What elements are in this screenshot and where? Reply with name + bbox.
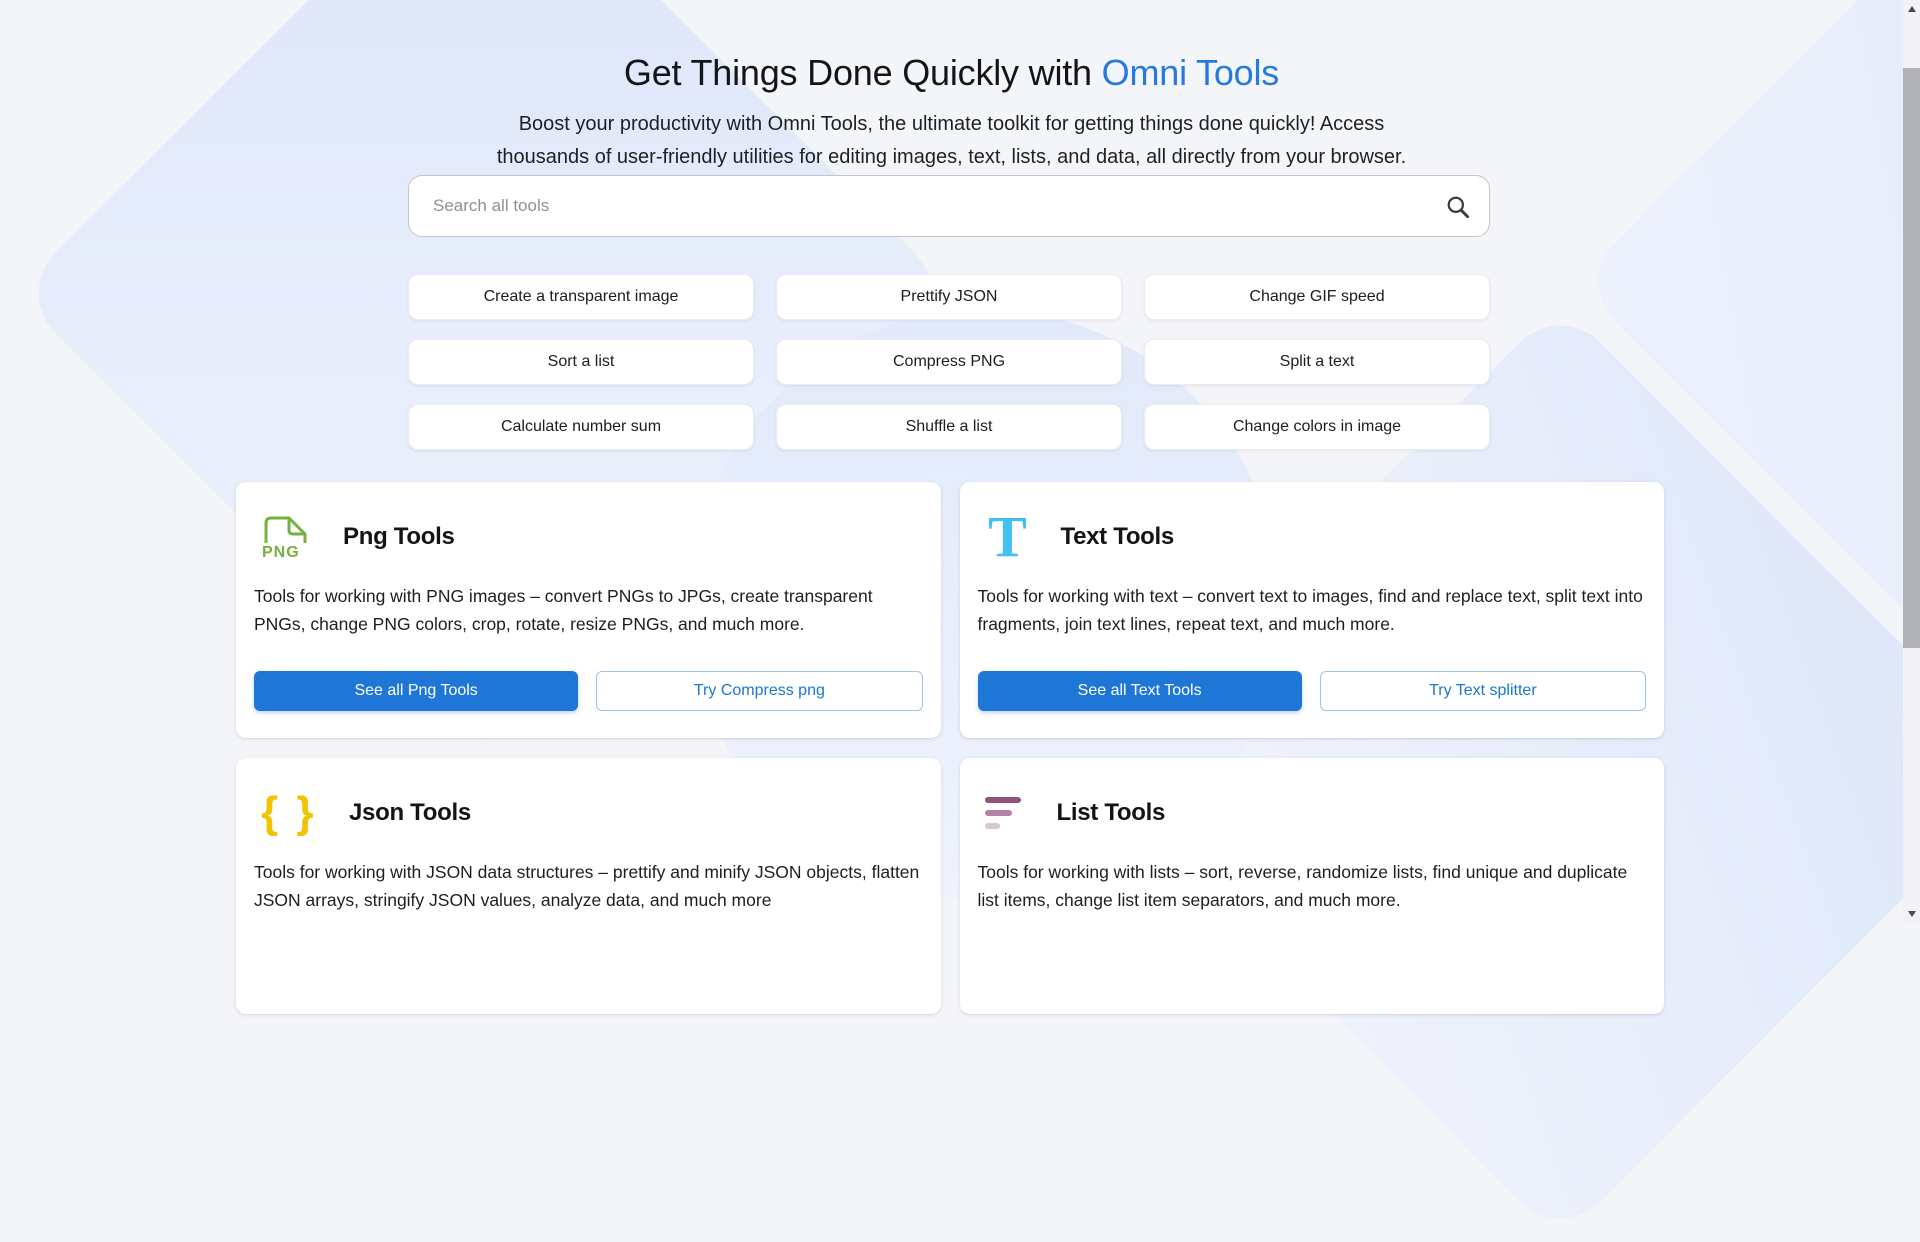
hero-subtitle-line2: thousands of user-friendly utilities for… bbox=[0, 146, 1903, 169]
quick-tool-calculate-number-sum[interactable]: Calculate number sum bbox=[408, 404, 754, 450]
list-line-mid bbox=[985, 810, 1012, 816]
card-png-tools: PNG Png Tools Tools for working with PNG… bbox=[236, 482, 941, 738]
quick-tool-change-colors-in-image[interactable]: Change colors in image bbox=[1144, 404, 1490, 450]
try-compress-png-button[interactable]: Try Compress png bbox=[596, 671, 922, 711]
try-text-splitter-button[interactable]: Try Text splitter bbox=[1320, 671, 1646, 711]
card-text-tools: T Text Tools Tools for working with text… bbox=[960, 482, 1665, 738]
search-icon[interactable] bbox=[1425, 176, 1489, 236]
json-braces-icon: { } bbox=[261, 787, 319, 839]
scrollbar-thumb[interactable] bbox=[1903, 68, 1920, 648]
page-title-prefix: Get Things Done Quickly with bbox=[624, 52, 1102, 93]
card-title-png-tools: Png Tools bbox=[343, 523, 455, 551]
card-text-header: T Text Tools bbox=[985, 508, 1174, 566]
arrow-up-icon bbox=[1908, 6, 1916, 12]
list-line-light bbox=[985, 823, 1000, 829]
card-png-header: PNG Png Tools bbox=[261, 508, 455, 566]
card-description-text-tools: Tools for working with text – convert te… bbox=[978, 582, 1649, 638]
png-icon-label: PNG bbox=[262, 544, 313, 562]
quick-tool-create-transparent-image[interactable]: Create a transparent image bbox=[408, 274, 754, 320]
list-line-dark bbox=[985, 797, 1021, 803]
card-actions-text-tools: See all Text Tools Try Text splitter bbox=[978, 671, 1647, 711]
category-cards: PNG Png Tools Tools for working with PNG… bbox=[236, 482, 1664, 1014]
card-json-header: { } Json Tools bbox=[261, 784, 471, 842]
quick-tools-grid: Create a transparent image Prettify JSON… bbox=[408, 274, 1490, 450]
arrow-down-icon bbox=[1908, 911, 1916, 917]
scrollbar-down-button[interactable] bbox=[1903, 905, 1920, 922]
text-t-icon: T bbox=[985, 511, 1031, 563]
png-file-icon: PNG bbox=[261, 513, 313, 562]
quick-tool-compress-png[interactable]: Compress PNG bbox=[776, 339, 1122, 385]
card-json-tools: { } Json Tools Tools for working with JS… bbox=[236, 758, 941, 1014]
card-list-tools: List Tools Tools for working with lists … bbox=[960, 758, 1665, 1014]
card-title-json-tools: Json Tools bbox=[349, 799, 471, 827]
vertical-scrollbar[interactable] bbox=[1903, 0, 1920, 922]
see-all-text-tools-button[interactable]: See all Text Tools bbox=[978, 671, 1302, 711]
brand-name: Omni Tools bbox=[1102, 52, 1279, 93]
quick-tool-change-gif-speed[interactable]: Change GIF speed bbox=[1144, 274, 1490, 320]
card-description-json-tools: Tools for working with JSON data structu… bbox=[254, 858, 925, 914]
quick-tool-sort-a-list[interactable]: Sort a list bbox=[408, 339, 754, 385]
quick-tool-split-a-text[interactable]: Split a text bbox=[1144, 339, 1490, 385]
quick-tool-shuffle-a-list[interactable]: Shuffle a list bbox=[776, 404, 1122, 450]
card-title-list-tools: List Tools bbox=[1057, 799, 1166, 827]
main-content: Get Things Done Quickly with Omni Tools … bbox=[0, 0, 1903, 922]
card-description-png-tools: Tools for working with PNG images – conv… bbox=[254, 582, 925, 638]
search-bar bbox=[408, 175, 1490, 237]
quick-tool-prettify-json[interactable]: Prettify JSON bbox=[776, 274, 1122, 320]
card-title-text-tools: Text Tools bbox=[1061, 523, 1174, 551]
scrollbar-up-button[interactable] bbox=[1903, 0, 1920, 17]
card-actions-png-tools: See all Png Tools Try Compress png bbox=[254, 671, 923, 711]
see-all-png-tools-button[interactable]: See all Png Tools bbox=[254, 671, 578, 711]
list-lines-icon bbox=[985, 797, 1027, 829]
card-description-list-tools: Tools for working with lists – sort, rev… bbox=[978, 858, 1649, 914]
card-list-header: List Tools bbox=[985, 784, 1166, 842]
hero-subtitle-line1: Boost your productivity with Omni Tools,… bbox=[0, 113, 1903, 136]
page-title: Get Things Done Quickly with Omni Tools bbox=[0, 52, 1903, 94]
search-input[interactable] bbox=[409, 196, 1425, 216]
